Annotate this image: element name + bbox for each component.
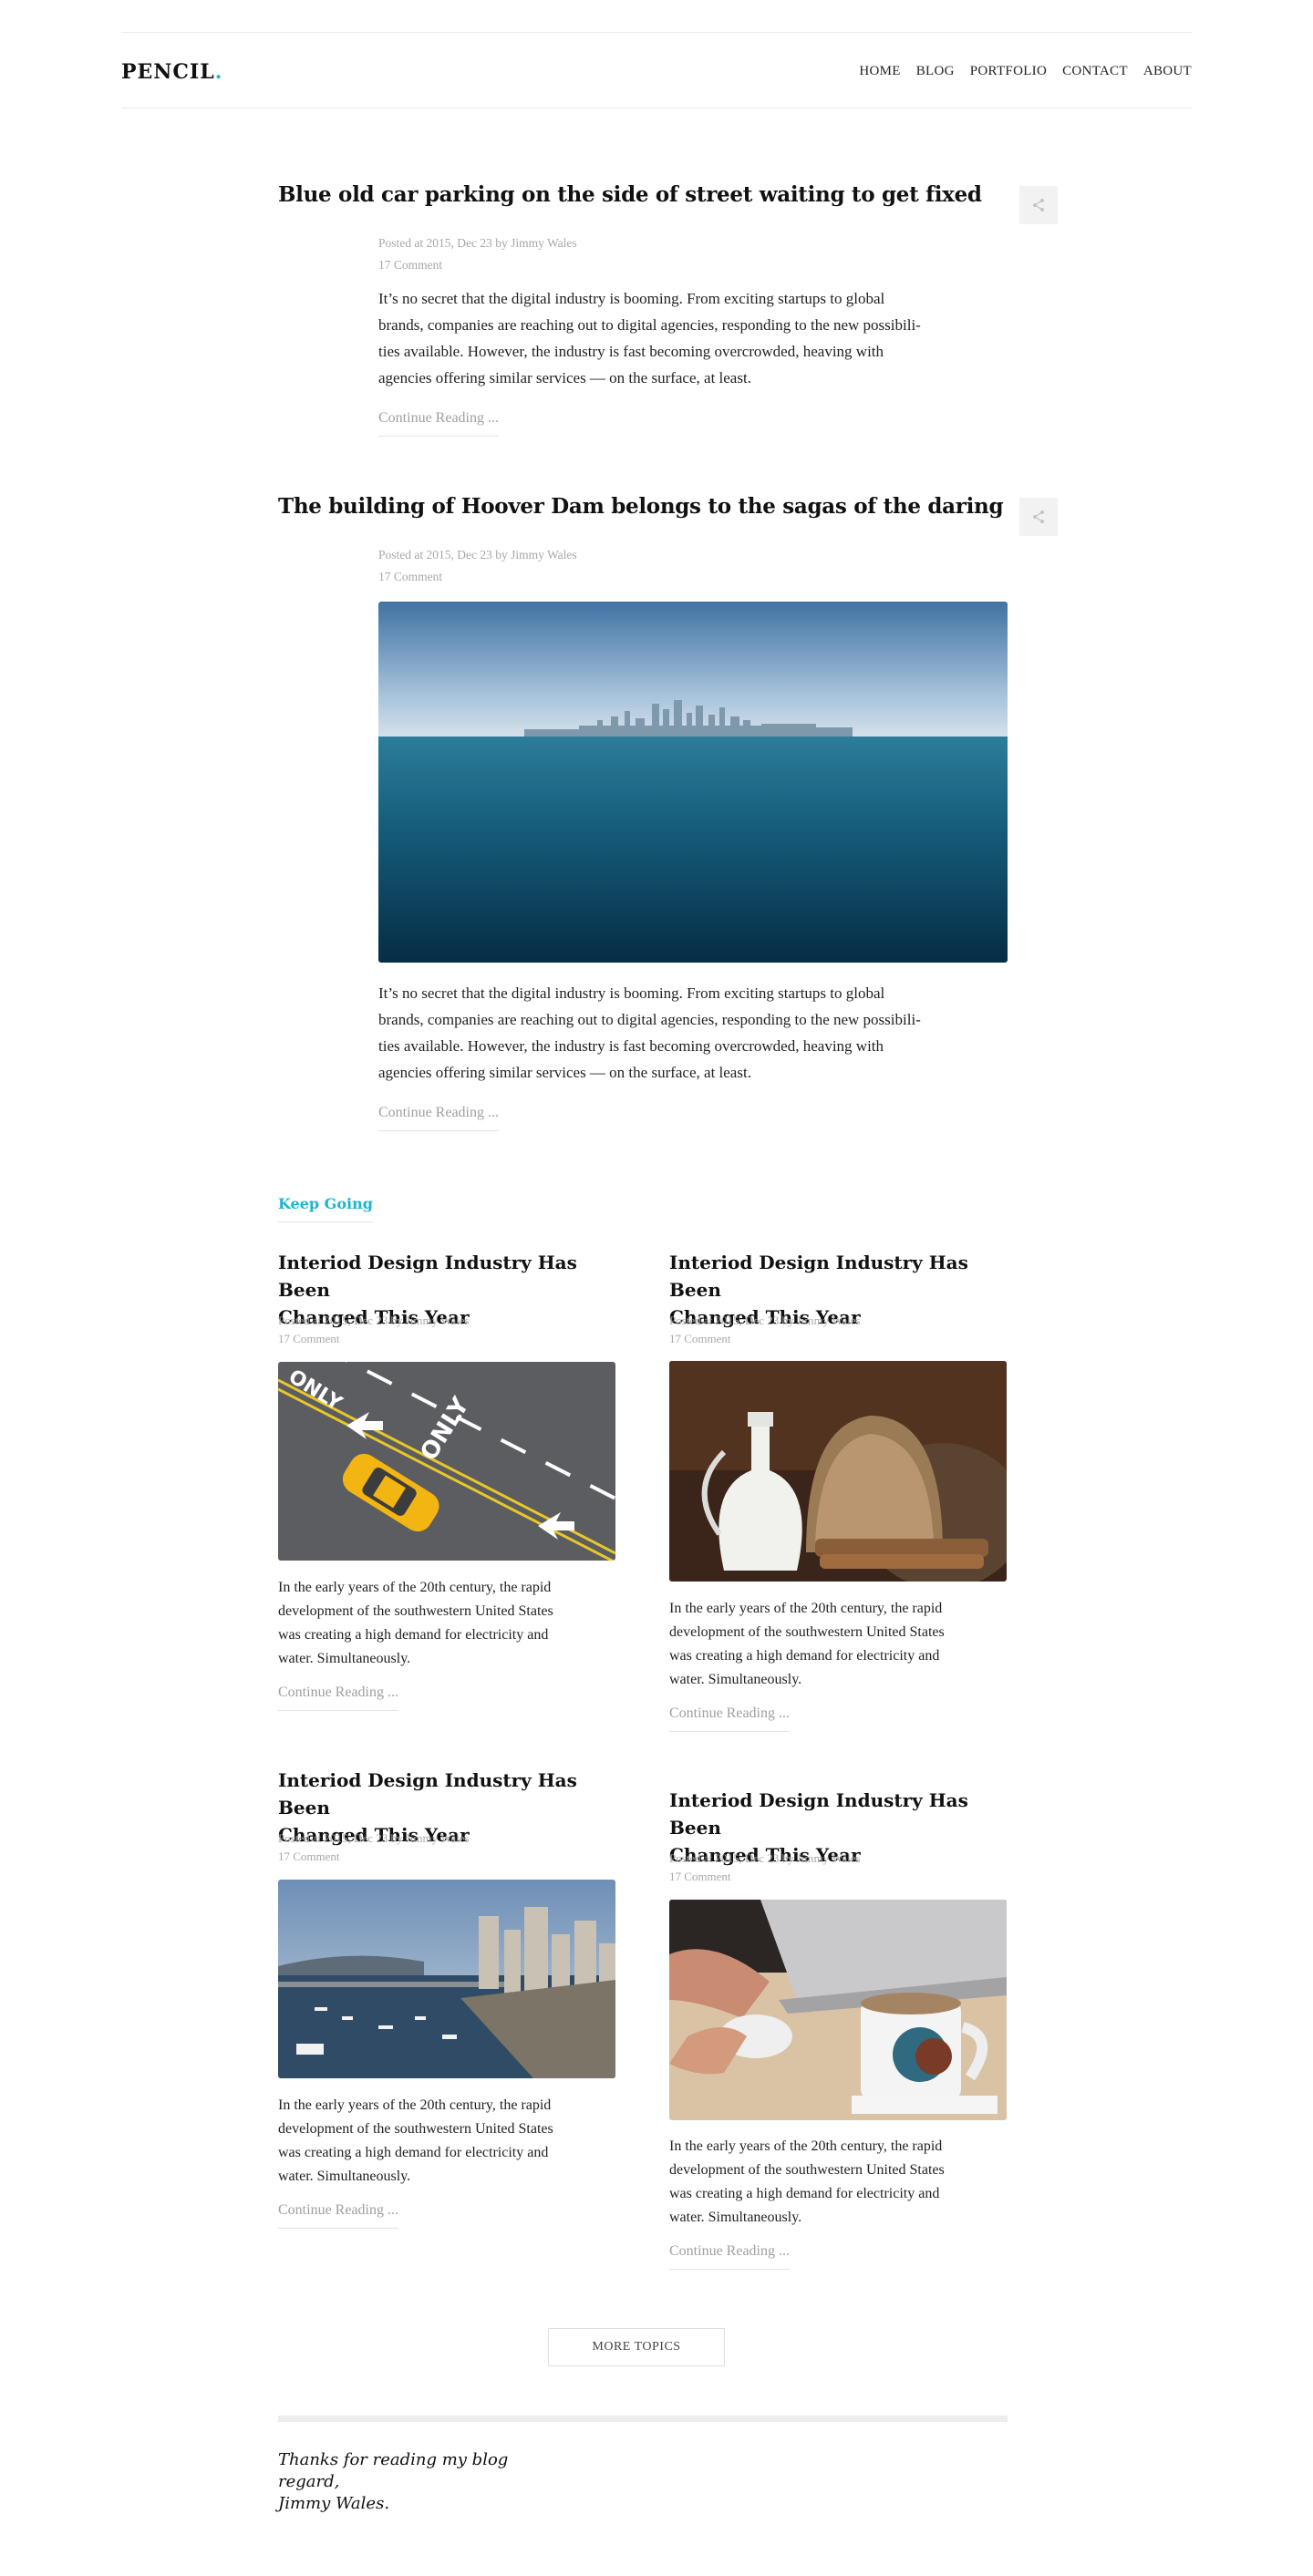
city-skyline-sea-image[interactable] bbox=[378, 602, 1008, 963]
post-excerpt: It’s no secret that the digital industry… bbox=[378, 980, 921, 1086]
post-meta-posted: Posted at 2015, Dec 23 by Jimmy Wales bbox=[378, 548, 577, 562]
card-meta: Posted at 2015, Dec 23 by Jimmy Wales 17… bbox=[669, 1850, 861, 1886]
card-text-line: development of the southwestern United S… bbox=[278, 2121, 553, 2137]
more-topics-button[interactable]: MORE TOPICS bbox=[548, 2328, 725, 2366]
continue-reading-link[interactable]: Continue Reading ... bbox=[378, 1105, 499, 1131]
post-excerpt: It’s no secret that the digital industry… bbox=[378, 285, 921, 391]
nav-blog[interactable]: BLOG bbox=[916, 64, 955, 79]
share-icon bbox=[1033, 199, 1044, 211]
post-title[interactable]: Blue old car parking on the side of stre… bbox=[278, 182, 982, 207]
post-meta-posted: Posted at 2015, Dec 23 by Jimmy Wales bbox=[378, 236, 577, 250]
card-text-line: water. Simultaneously. bbox=[278, 1651, 411, 1666]
continue-reading-link[interactable]: Continue Reading ... bbox=[278, 1685, 398, 1711]
signature-line: Jimmy Wales. bbox=[278, 2494, 390, 2513]
card-meta-posted: Posted at 2015, Dec 23 by Jimmy Wales bbox=[669, 1851, 861, 1865]
card-text-line: development of the southwestern United S… bbox=[278, 1603, 553, 1619]
card-meta-comments[interactable]: 17 Comment bbox=[669, 1330, 861, 1348]
coffee-laptop-image[interactable] bbox=[669, 1900, 1007, 2120]
nav-about[interactable]: ABOUT bbox=[1143, 64, 1192, 79]
card-meta-posted: Posted at 2015, Dec 23 by Jimmy Wales bbox=[278, 1314, 470, 1327]
card-meta-comments[interactable]: 17 Comment bbox=[278, 1848, 470, 1866]
card-title-line: Interiod Design Industry Has Been bbox=[669, 1252, 968, 1301]
card-text-line: development of the southwestern United S… bbox=[669, 1624, 945, 1640]
card-title-line: Interiod Design Industry Has Been bbox=[669, 1789, 968, 1839]
signature-line: Thanks for reading my blog bbox=[278, 2450, 509, 2469]
excerpt-line: ties available. However, the industry is… bbox=[378, 1037, 884, 1055]
continue-reading-link[interactable]: Continue Reading ... bbox=[278, 2202, 398, 2229]
card-text-line: water. Simultaneously. bbox=[669, 1672, 802, 1687]
card-title-line: Interiod Design Industry Has Been bbox=[278, 1769, 577, 1819]
card-meta: Posted at 2015, Dec 23 by Jimmy Wales 17… bbox=[278, 1312, 470, 1348]
continue-reading-link[interactable]: Continue Reading ... bbox=[669, 1705, 790, 1732]
card-text-line: In the early years of the 20th century, … bbox=[278, 2097, 552, 2113]
card-text-line: was creating a high demand for electrici… bbox=[669, 1648, 940, 1664]
card-meta-posted: Posted at 2015, Dec 23 by Jimmy Wales bbox=[669, 1314, 861, 1327]
card-title-line: Interiod Design Industry Has Been bbox=[278, 1252, 577, 1301]
excerpt-line: brands, companies are reaching out to di… bbox=[378, 316, 921, 334]
nav-portfolio[interactable]: PORTFOLIO bbox=[970, 64, 1047, 79]
card-text-line: was creating a high demand for electrici… bbox=[278, 2145, 549, 2160]
excerpt-line: It’s no secret that the digital industry… bbox=[378, 290, 885, 307]
card-text: In the early years of the 20th century, … bbox=[278, 1576, 625, 1671]
card-meta-comments[interactable]: 17 Comment bbox=[669, 1868, 861, 1886]
nav-home[interactable]: HOME bbox=[859, 64, 900, 79]
continue-reading-link[interactable]: Continue Reading ... bbox=[669, 2243, 790, 2270]
post-meta: Posted at 2015, Dec 23 by Jimmy Wales 17… bbox=[378, 232, 577, 276]
excerpt-line: agencies offering similar services — on … bbox=[378, 369, 751, 386]
card-meta-posted: Posted at 2015, Dec 23 by Jimmy Wales bbox=[278, 1831, 470, 1845]
post-meta: Posted at 2015, Dec 23 by Jimmy Wales 17… bbox=[378, 544, 577, 588]
card-text-line: development of the southwestern United S… bbox=[669, 2162, 945, 2178]
continue-reading-link[interactable]: Continue Reading ... bbox=[378, 410, 499, 437]
card-text-line: In the early years of the 20th century, … bbox=[669, 1601, 943, 1616]
card-meta: Posted at 2015, Dec 23 by Jimmy Wales 17… bbox=[278, 1829, 470, 1866]
harbor-city-image[interactable] bbox=[278, 1880, 615, 2078]
excerpt-line: agencies offering similar services — on … bbox=[378, 1064, 751, 1081]
excerpt-line: ties available. However, the industry is… bbox=[378, 343, 884, 360]
card-text: In the early years of the 20th century, … bbox=[669, 2135, 1016, 2230]
card-text: In the early years of the 20th century, … bbox=[278, 2094, 625, 2189]
card-meta: Posted at 2015, Dec 23 by Jimmy Wales 17… bbox=[669, 1312, 861, 1348]
signature-line: regard, bbox=[278, 2472, 340, 2491]
milk-bread-image[interactable] bbox=[669, 1361, 1007, 1582]
signature: Thanks for reading my blog regard, Jimmy… bbox=[278, 2449, 508, 2515]
card-text-line: water. Simultaneously. bbox=[278, 2169, 411, 2184]
excerpt-line: brands, companies are reaching out to di… bbox=[378, 1011, 921, 1028]
post-meta-comments[interactable]: 17 Comment bbox=[378, 566, 577, 588]
share-button[interactable] bbox=[1019, 498, 1058, 536]
card-text-line: In the early years of the 20th century, … bbox=[278, 1580, 552, 1595]
share-button[interactable] bbox=[1019, 186, 1058, 224]
card-text-line: was creating a high demand for electrici… bbox=[669, 2186, 940, 2201]
excerpt-line: It’s no secret that the digital industry… bbox=[378, 984, 885, 1002]
post-meta-comments[interactable]: 17 Comment bbox=[378, 254, 577, 276]
nav-contact[interactable]: CONTACT bbox=[1062, 64, 1128, 79]
keep-going-heading: Keep Going bbox=[278, 1195, 373, 1222]
site-logo[interactable]: PENCIL. bbox=[121, 60, 222, 84]
card-text-line: In the early years of the 20th century, … bbox=[669, 2138, 943, 2154]
card-text: In the early years of the 20th century, … bbox=[669, 1597, 1016, 1692]
post-title[interactable]: The building of Hoover Dam belongs to th… bbox=[278, 494, 1004, 519]
card-text-line: water. Simultaneously. bbox=[669, 2210, 802, 2225]
main-nav: HOME BLOG PORTFOLIO CONTACT ABOUT bbox=[843, 64, 1192, 79]
taxi-road-image[interactable]: ONLY ONLY bbox=[278, 1362, 615, 1561]
share-icon bbox=[1033, 510, 1044, 523]
header-top-divider bbox=[121, 32, 1192, 33]
card-meta-comments[interactable]: 17 Comment bbox=[278, 1330, 470, 1348]
card-text-line: was creating a high demand for electrici… bbox=[278, 1627, 549, 1643]
signature-divider bbox=[278, 2416, 1008, 2422]
